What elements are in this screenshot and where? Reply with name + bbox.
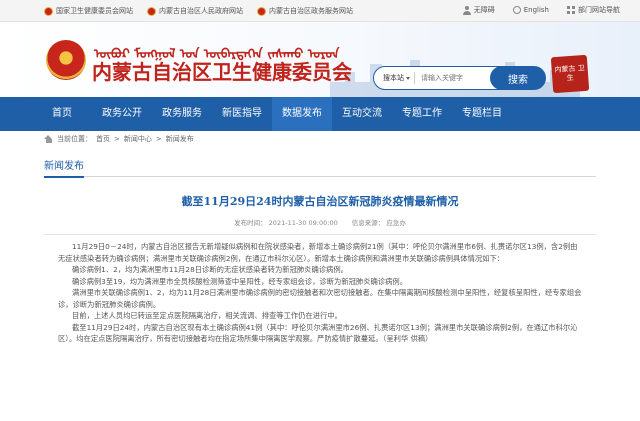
site-title: 内蒙古自治区卫生健康委员会 [92,60,352,84]
accessibility-link[interactable]: 无障碍 [462,5,495,15]
seal-logo: 内蒙古 卫生 [550,54,590,94]
article-paragraph: 目前，上述人员均已转运至定点医院隔离治疗，相关流调、排查等工作仍在进行中。 [72,311,342,320]
publish-time: 发布时间： 2021-11-30 09:00:00 [234,219,338,227]
search-button[interactable]: 搜索 [490,66,546,90]
grid-icon [567,6,575,14]
nav-gov-service[interactable]: 政务服务 [152,97,212,131]
accessibility-icon [462,5,471,15]
department-nav-link[interactable]: 部门网站导航 [567,5,620,15]
top-utility-bar: 国家卫生健康委员会网站 内蒙古自治区人民政府网站 内蒙古自治区政务服务网站 无障… [0,0,640,22]
article-paragraph: 确诊病例1、2，均为满洲里市11月28日诊断的无症状感染者转为新冠肺炎确诊病例。 [72,265,348,274]
national-emblem-icon [44,6,53,16]
national-emblem-icon [147,6,156,16]
info-source: 信息来源： 应急办 [351,219,406,227]
top-links: 国家卫生健康委员会网站 内蒙古自治区人民政府网站 内蒙古自治区政务服务网站 [44,6,353,16]
top-link-service[interactable]: 内蒙古自治区政务服务网站 [257,6,353,16]
nav-gov-affairs[interactable]: 政务公开 [92,97,152,131]
breadcrumb-label: 当前位置： [57,135,92,143]
breadcrumb-news-center[interactable]: 新闻中心 [124,134,152,144]
article-meta: 发布时间： 2021-11-30 09:00:00 信息来源： 应急办 [44,217,596,235]
nav-data-release[interactable]: 数据发布 [272,97,332,131]
article-paragraph: 满洲里市关联确诊病例1、2，均为11月28日满洲里市确诊病例的密切接触者和次密切… [58,288,582,309]
nav-special-column[interactable]: 专题栏目 [452,97,512,131]
home-icon [44,135,53,143]
top-link-nhc[interactable]: 国家卫生健康委员会网站 [44,6,133,16]
breadcrumb: 当前位置： 首页 > 新闻中心 > 新闻发布 [44,134,194,144]
nav-interaction[interactable]: 互动交流 [332,97,392,131]
section-header: 新闻发布 [44,155,596,178]
national-emblem-logo [46,40,86,80]
search-scope-select[interactable]: 搜本站 [374,72,415,84]
top-right-links: 无障碍 English 部门网站导航 [462,5,620,15]
article-paragraph: 截至11月29日24时，内蒙古自治区现有本土确诊病例41例（其中：呼伦贝尔满洲里… [58,322,578,344]
nav-special-work[interactable]: 专题工作 [392,97,452,131]
article-paragraph: 确诊病例3至19，均为满洲里市全员核酸检测筛查中呈阳性，经专家组会诊，诊断为新冠… [72,276,407,286]
main-nav: 首页 政务公开 政务服务 新医指导 数据发布 互动交流 专题工作 专题栏目 [0,97,640,131]
top-link-gov[interactable]: 内蒙古自治区人民政府网站 [147,6,243,16]
article-body: 11月29日0－24时，内蒙古自治区报告无新增疑似病例和在院状感染者，新增本土确… [58,241,582,345]
national-emblem-icon [257,6,266,16]
breadcrumb-home[interactable]: 首页 [96,134,110,144]
article-title: 截至11月29日24时内蒙古自治区新冠肺炎疫情最新情况 [181,195,459,208]
section-title: 新闻发布 [44,157,84,178]
chevron-down-icon [406,76,410,80]
nav-medical-guide[interactable]: 新医指导 [212,97,272,131]
globe-icon [512,6,521,14]
english-link[interactable]: English [512,5,549,15]
breadcrumb-news-release[interactable]: 新闻发布 [166,134,194,144]
nav-home[interactable]: 首页 [32,97,92,131]
article-paragraph: 11月29日0－24时，内蒙古自治区报告无新增疑似病例和在院状感染者，新增本土确… [58,242,578,263]
site-header: ᠥᠪᠥᠷ ᠮᠣᠩᠭᠣᠯ ᠤᠨ ᠥᠪᠡᠷᠲᠡᠭᠡᠨ ᠵᠠᠰᠠᠬᠤ ᠣᠷᠤᠨ 内蒙古… [0,22,640,97]
